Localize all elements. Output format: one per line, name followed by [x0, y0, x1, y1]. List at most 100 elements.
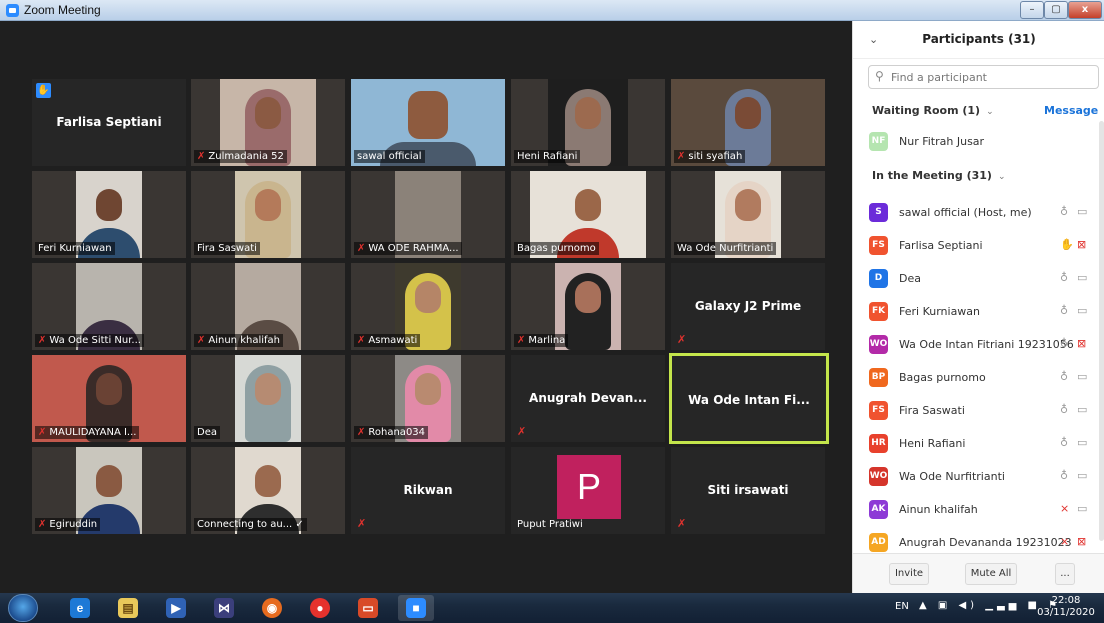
participant-name: Farlisa Septiani — [56, 115, 162, 129]
mute-all-button[interactable]: Mute All — [965, 563, 1017, 585]
video-icon[interactable]: ▭ — [1077, 205, 1087, 218]
in-meeting-header[interactable]: In the Meeting (31) ⌄ — [872, 169, 1005, 182]
video-off-icon[interactable]: ⊠ — [1077, 238, 1086, 251]
video-icon[interactable]: ▭ — [1077, 502, 1087, 515]
participant-row[interactable]: WO Wa Ode Intan Fitriani 19231056 ♁ ⊠ — [853, 328, 1091, 361]
participant-label: Connecting to au... ✓ — [194, 518, 307, 531]
media-player-taskbar-icon[interactable]: ▶ — [158, 595, 194, 621]
clock[interactable]: 22:08 03/11/2020 — [1036, 595, 1096, 619]
language-indicator[interactable]: EN — [895, 601, 909, 612]
muted-mic-icon[interactable]: ⨯ — [1060, 502, 1069, 515]
participant-name: Wa Ode Intan Fitriani 19231056 — [899, 338, 1074, 351]
video-icon[interactable]: ▭ — [1077, 271, 1087, 284]
participants-panel: ⌄ Participants (31) ⚲ Waiting Room (1)⌄ … — [852, 21, 1104, 593]
participant-row[interactable]: Ssawal official (Host, me) ♁ ▭ — [853, 196, 1091, 229]
muted-mic-icon: ✗ — [357, 243, 366, 254]
participant-name: Feri Kurniawan — [899, 305, 981, 318]
video-off-icon[interactable]: ⊠ — [1077, 337, 1086, 350]
participant-name: Anugrah Devan... — [529, 391, 647, 405]
zoom-taskbar-icon[interactable]: ■ — [398, 595, 434, 621]
raised-hand-icon[interactable]: ✋ — [1060, 238, 1074, 251]
app-taskbar-icon[interactable]: ⋈ — [206, 595, 242, 621]
participant-row[interactable]: D Dea ♁ ▭ — [853, 262, 1091, 295]
mic-icon[interactable]: ♁ — [1060, 271, 1068, 284]
message-link[interactable]: Message — [1044, 104, 1098, 117]
participant-name: Dea — [899, 272, 921, 285]
mic-icon[interactable]: ♁ — [1060, 337, 1068, 350]
participant-label: Fira Saswati — [194, 242, 260, 255]
participant-label: Bagas purnomo — [514, 242, 599, 255]
video-tile[interactable]: ✗ Marlina — [511, 263, 665, 350]
video-tile[interactable]: Feri Kurniawan — [32, 171, 186, 258]
participant-search-input[interactable] — [891, 69, 1091, 86]
video-tile[interactable]: Galaxy J2 Prime ✗ — [671, 263, 825, 350]
video-tile[interactable]: ✗ Wa Ode Sitti Nur... — [32, 263, 186, 350]
video-tile[interactable]: Connecting to au... ✓ — [191, 447, 345, 534]
video-tile[interactable]: Fira Saswati — [191, 171, 345, 258]
waiting-room-header[interactable]: Waiting Room (1) ⌄ — [872, 104, 994, 117]
video-tile[interactable]: Bagas purnomo — [511, 171, 665, 258]
video-tile[interactable]: ✗ Ainun khalifah — [191, 263, 345, 350]
minimize-button[interactable]: – — [1020, 1, 1044, 19]
video-icon[interactable]: ▭ — [1077, 403, 1087, 416]
video-icon[interactable]: ▭ — [1077, 469, 1087, 482]
video-tile[interactable]: Dea — [191, 355, 345, 442]
mic-icon[interactable]: ♁ — [1060, 205, 1068, 218]
video-tile[interactable]: sawal official — [351, 79, 505, 166]
invite-button[interactable]: Invite — [889, 563, 929, 585]
camera-app-taskbar-icon[interactable]: ● — [302, 595, 338, 621]
firefox-taskbar-icon[interactable]: ◉ — [254, 595, 290, 621]
more-options-button[interactable]: ... — [1055, 563, 1075, 585]
video-tile[interactable]: ✋ Farlisa Septiani — [32, 79, 186, 166]
start-button[interactable] — [8, 594, 38, 622]
mic-icon[interactable]: ♁ — [1060, 436, 1068, 449]
system-tray: EN ▲ ▣ ◀) ▁▃▅ ■ ⚑ 22:08 03/11/2020 — [885, 593, 1104, 623]
video-tile[interactable]: Siti irsawati ✗ — [671, 447, 825, 534]
video-tile[interactable]: ✗ siti syafiah — [671, 79, 825, 166]
mic-icon[interactable]: ♁ — [1060, 469, 1068, 482]
muted-mic-icon: ✗ — [677, 151, 686, 162]
participant-avatar: HR — [869, 434, 888, 453]
close-button[interactable]: x — [1068, 1, 1102, 19]
participant-name: Farlisa Septiani — [899, 239, 983, 252]
participant-row[interactable]: HR Heni Rafiani ♁ ▭ — [853, 427, 1091, 460]
video-tile[interactable]: ✗ WA ODE RAHMA... — [351, 171, 505, 258]
presentation-taskbar-icon[interactable]: ▭ — [350, 595, 386, 621]
video-tile[interactable]: ✗ Rohana034 — [351, 355, 505, 442]
video-tile[interactable]: ✗ Egiruddin — [32, 447, 186, 534]
maximize-button[interactable]: ▢ — [1044, 1, 1068, 19]
participant-search[interactable]: ⚲ — [868, 65, 1099, 89]
video-tile[interactable]: Anugrah Devan... ✗ — [511, 355, 665, 442]
participant-row[interactable]: FK Feri Kurniawan ♁ ▭ — [853, 295, 1091, 328]
participant-scrollbar[interactable] — [1099, 121, 1104, 541]
participant-row[interactable]: WO Wa Ode Nurfitrianti ♁ ▭ — [853, 460, 1091, 493]
participant-row[interactable]: FS Farlisa Septiani ✋ ⊠ — [853, 229, 1091, 262]
waiting-participant-row[interactable]: NF Nur Fitrah Jusar — [853, 125, 1091, 158]
mic-icon[interactable]: ♁ — [1060, 304, 1068, 317]
video-icon[interactable]: ▭ — [1077, 436, 1087, 449]
participant-name: Bagas purnomo — [899, 371, 986, 384]
video-tile[interactable]: ✗ MAULIDAYANA I... — [32, 355, 186, 442]
video-tile[interactable]: Rikwan ✗ — [351, 447, 505, 534]
participant-avatar: AD — [869, 533, 888, 552]
participants-footer: Invite Mute All ... — [853, 553, 1104, 593]
video-tile[interactable]: Heni Rafiani — [511, 79, 665, 166]
video-tile[interactable]: P Puput Pratiwi — [511, 447, 665, 534]
mic-icon[interactable]: ♁ — [1060, 403, 1068, 416]
participant-row[interactable]: FS Fira Saswati ♁ ▭ — [853, 394, 1091, 427]
participant-row[interactable]: AK Ainun khalifah ⨯ ▭ — [853, 493, 1091, 526]
video-icon[interactable]: ▭ — [1077, 304, 1087, 317]
participant-label: ✗ Marlina — [514, 334, 569, 347]
video-off-icon[interactable]: ⊠ — [1077, 535, 1086, 548]
video-tile[interactable]: Wa Ode Nurfitrianti — [671, 171, 825, 258]
mic-icon[interactable]: ♁ — [1060, 370, 1068, 383]
muted-mic-icon[interactable]: ⨯ — [1060, 535, 1069, 548]
video-icon[interactable]: ▭ — [1077, 370, 1087, 383]
video-tile[interactable]: ✗ Zulmadania 52 — [191, 79, 345, 166]
participant-label: ✗ Rohana034 — [354, 426, 429, 439]
video-tile-active-speaker[interactable]: Wa Ode Intan Fi... — [669, 353, 829, 444]
video-tile[interactable]: ✗ Asmawati — [351, 263, 505, 350]
participant-row[interactable]: BP Bagas purnomo ♁ ▭ — [853, 361, 1091, 394]
ie-taskbar-icon[interactable]: e — [62, 595, 98, 621]
explorer-taskbar-icon[interactable]: ▤ — [110, 595, 146, 621]
